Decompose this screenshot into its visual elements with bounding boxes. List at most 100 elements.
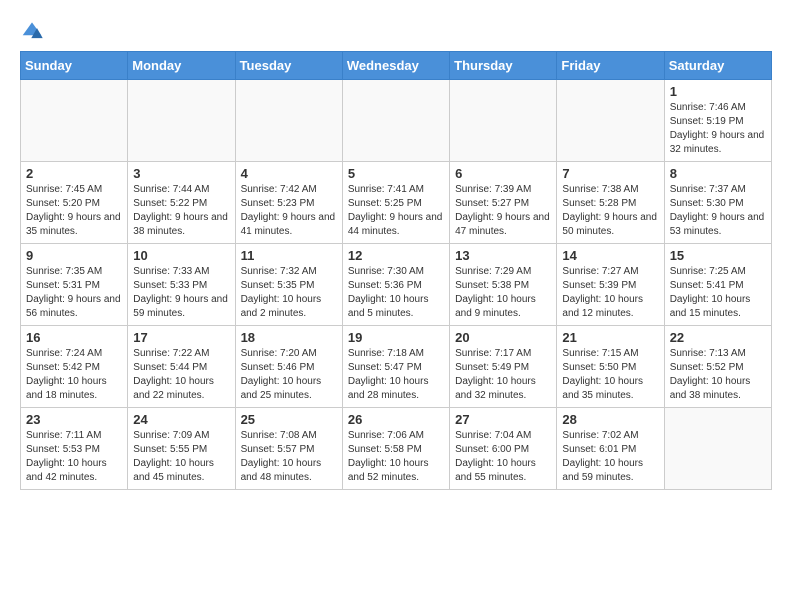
day-number: 20 [455, 330, 551, 345]
day-number: 16 [26, 330, 122, 345]
day-info: Sunrise: 7:27 AM Sunset: 5:39 PM Dayligh… [562, 265, 658, 321]
day-cell: 5 Sunrise: 7:41 AM Sunset: 5:25 PM Daylig… [342, 162, 449, 244]
day-cell: 11 Sunrise: 7:32 AM Sunset: 5:35 PM Dayli… [235, 244, 342, 326]
day-info: Sunrise: 7:04 AM Sunset: 6:00 PM Dayligh… [455, 429, 551, 485]
day-cell: 17 Sunrise: 7:22 AM Sunset: 5:44 PM Dayli… [128, 326, 235, 408]
day-number: 13 [455, 248, 551, 263]
header-cell-friday: Friday [557, 52, 664, 80]
day-info: Sunrise: 7:30 AM Sunset: 5:36 PM Dayligh… [348, 265, 444, 321]
header [20, 20, 772, 41]
day-info: Sunrise: 7:39 AM Sunset: 5:27 PM Dayligh… [455, 183, 551, 239]
day-info: Sunrise: 7:45 AM Sunset: 5:20 PM Dayligh… [26, 183, 122, 239]
logo-icon [20, 21, 44, 41]
day-cell: 6 Sunrise: 7:39 AM Sunset: 5:27 PM Daylig… [450, 162, 557, 244]
day-number: 18 [241, 330, 337, 345]
day-info: Sunrise: 7:29 AM Sunset: 5:38 PM Dayligh… [455, 265, 551, 321]
day-cell [450, 80, 557, 162]
day-cell: 22Sunrise: 7:13 AM Sunset: 5:52 PM Dayli… [664, 326, 771, 408]
day-number: 7 [562, 166, 658, 181]
header-cell-tuesday: Tuesday [235, 52, 342, 80]
day-cell: 19 Sunrise: 7:18 AM Sunset: 5:47 PM Dayli… [342, 326, 449, 408]
day-cell: 16 Sunrise: 7:24 AM Sunset: 5:42 PM Dayli… [21, 326, 128, 408]
day-info: Sunrise: 7:09 AM Sunset: 5:55 PM Dayligh… [133, 429, 229, 485]
day-number: 8 [670, 166, 766, 181]
day-info: Sunrise: 7:35 AM Sunset: 5:31 PM Dayligh… [26, 265, 122, 321]
header-cell-sunday: Sunday [21, 52, 128, 80]
day-cell: 8 Sunrise: 7:37 AM Sunset: 5:30 PM Daylig… [664, 162, 771, 244]
logo [20, 20, 48, 41]
day-info: Sunrise: 7:18 AM Sunset: 5:47 PM Dayligh… [348, 347, 444, 403]
day-info: Sunrise: 7:11 AM Sunset: 5:53 PM Dayligh… [26, 429, 122, 485]
day-cell: 2 Sunrise: 7:45 AM Sunset: 5:20 PM Daylig… [21, 162, 128, 244]
calendar-body: 1Sunrise: 7:46 AM Sunset: 5:19 PM Daylig… [21, 80, 772, 490]
week-row-4: 16 Sunrise: 7:24 AM Sunset: 5:42 PM Dayli… [21, 326, 772, 408]
day-info: Sunrise: 7:33 AM Sunset: 5:33 PM Dayligh… [133, 265, 229, 321]
week-row-2: 2 Sunrise: 7:45 AM Sunset: 5:20 PM Daylig… [21, 162, 772, 244]
header-cell-wednesday: Wednesday [342, 52, 449, 80]
day-info: Sunrise: 7:37 AM Sunset: 5:30 PM Dayligh… [670, 183, 766, 239]
header-cell-saturday: Saturday [664, 52, 771, 80]
day-cell: 3Sunrise: 7:44 AM Sunset: 5:22 PM Daylig… [128, 162, 235, 244]
day-cell: 27 Sunrise: 7:04 AM Sunset: 6:00 PM Dayli… [450, 408, 557, 490]
day-number: 5 [348, 166, 444, 181]
day-cell: 24 Sunrise: 7:09 AM Sunset: 5:55 PM Dayli… [128, 408, 235, 490]
day-number: 26 [348, 412, 444, 427]
day-info: Sunrise: 7:25 AM Sunset: 5:41 PM Dayligh… [670, 265, 766, 321]
day-number: 6 [455, 166, 551, 181]
calendar-table: SundayMondayTuesdayWednesdayThursdayFrid… [20, 51, 772, 490]
day-info: Sunrise: 7:24 AM Sunset: 5:42 PM Dayligh… [26, 347, 122, 403]
calendar-header: SundayMondayTuesdayWednesdayThursdayFrid… [21, 52, 772, 80]
day-cell [128, 80, 235, 162]
day-cell: 14 Sunrise: 7:27 AM Sunset: 5:39 PM Dayli… [557, 244, 664, 326]
day-number: 9 [26, 248, 122, 263]
day-cell [235, 80, 342, 162]
day-cell [557, 80, 664, 162]
day-number: 10 [133, 248, 229, 263]
header-cell-monday: Monday [128, 52, 235, 80]
day-number: 28 [562, 412, 658, 427]
day-cell: 28 Sunrise: 7:02 AM Sunset: 6:01 PM Dayli… [557, 408, 664, 490]
day-cell: 9 Sunrise: 7:35 AM Sunset: 5:31 PM Daylig… [21, 244, 128, 326]
day-info: Sunrise: 7:02 AM Sunset: 6:01 PM Dayligh… [562, 429, 658, 485]
day-number: 14 [562, 248, 658, 263]
day-cell: 1Sunrise: 7:46 AM Sunset: 5:19 PM Daylig… [664, 80, 771, 162]
day-info: Sunrise: 7:38 AM Sunset: 5:28 PM Dayligh… [562, 183, 658, 239]
day-info: Sunrise: 7:17 AM Sunset: 5:49 PM Dayligh… [455, 347, 551, 403]
day-info: Sunrise: 7:32 AM Sunset: 5:35 PM Dayligh… [241, 265, 337, 321]
day-info: Sunrise: 7:42 AM Sunset: 5:23 PM Dayligh… [241, 183, 337, 239]
day-number: 25 [241, 412, 337, 427]
day-cell: 25 Sunrise: 7:08 AM Sunset: 5:57 PM Dayli… [235, 408, 342, 490]
day-number: 11 [241, 248, 337, 263]
day-number: 27 [455, 412, 551, 427]
day-info: Sunrise: 7:15 AM Sunset: 5:50 PM Dayligh… [562, 347, 658, 403]
day-number: 24 [133, 412, 229, 427]
day-cell: 7 Sunrise: 7:38 AM Sunset: 5:28 PM Daylig… [557, 162, 664, 244]
day-info: Sunrise: 7:08 AM Sunset: 5:57 PM Dayligh… [241, 429, 337, 485]
day-number: 22 [670, 330, 766, 345]
day-info: Sunrise: 7:44 AM Sunset: 5:22 PM Dayligh… [133, 183, 229, 239]
week-row-5: 23 Sunrise: 7:11 AM Sunset: 5:53 PM Dayli… [21, 408, 772, 490]
day-info: Sunrise: 7:20 AM Sunset: 5:46 PM Dayligh… [241, 347, 337, 403]
day-cell: 13 Sunrise: 7:29 AM Sunset: 5:38 PM Dayli… [450, 244, 557, 326]
day-cell: 26 Sunrise: 7:06 AM Sunset: 5:58 PM Dayli… [342, 408, 449, 490]
day-cell: 12 Sunrise: 7:30 AM Sunset: 5:36 PM Dayli… [342, 244, 449, 326]
day-number: 12 [348, 248, 444, 263]
day-number: 23 [26, 412, 122, 427]
day-number: 1 [670, 84, 766, 99]
week-row-3: 9 Sunrise: 7:35 AM Sunset: 5:31 PM Daylig… [21, 244, 772, 326]
day-cell: 15 Sunrise: 7:25 AM Sunset: 5:41 PM Dayli… [664, 244, 771, 326]
day-number: 2 [26, 166, 122, 181]
day-info: Sunrise: 7:06 AM Sunset: 5:58 PM Dayligh… [348, 429, 444, 485]
day-number: 21 [562, 330, 658, 345]
day-number: 17 [133, 330, 229, 345]
day-number: 19 [348, 330, 444, 345]
day-cell: 4Sunrise: 7:42 AM Sunset: 5:23 PM Daylig… [235, 162, 342, 244]
week-row-1: 1Sunrise: 7:46 AM Sunset: 5:19 PM Daylig… [21, 80, 772, 162]
header-cell-thursday: Thursday [450, 52, 557, 80]
day-cell: 23 Sunrise: 7:11 AM Sunset: 5:53 PM Dayli… [21, 408, 128, 490]
day-info: Sunrise: 7:41 AM Sunset: 5:25 PM Dayligh… [348, 183, 444, 239]
day-number: 15 [670, 248, 766, 263]
day-cell: 18 Sunrise: 7:20 AM Sunset: 5:46 PM Dayli… [235, 326, 342, 408]
day-cell: 21 Sunrise: 7:15 AM Sunset: 5:50 PM Dayli… [557, 326, 664, 408]
day-info: Sunrise: 7:22 AM Sunset: 5:44 PM Dayligh… [133, 347, 229, 403]
